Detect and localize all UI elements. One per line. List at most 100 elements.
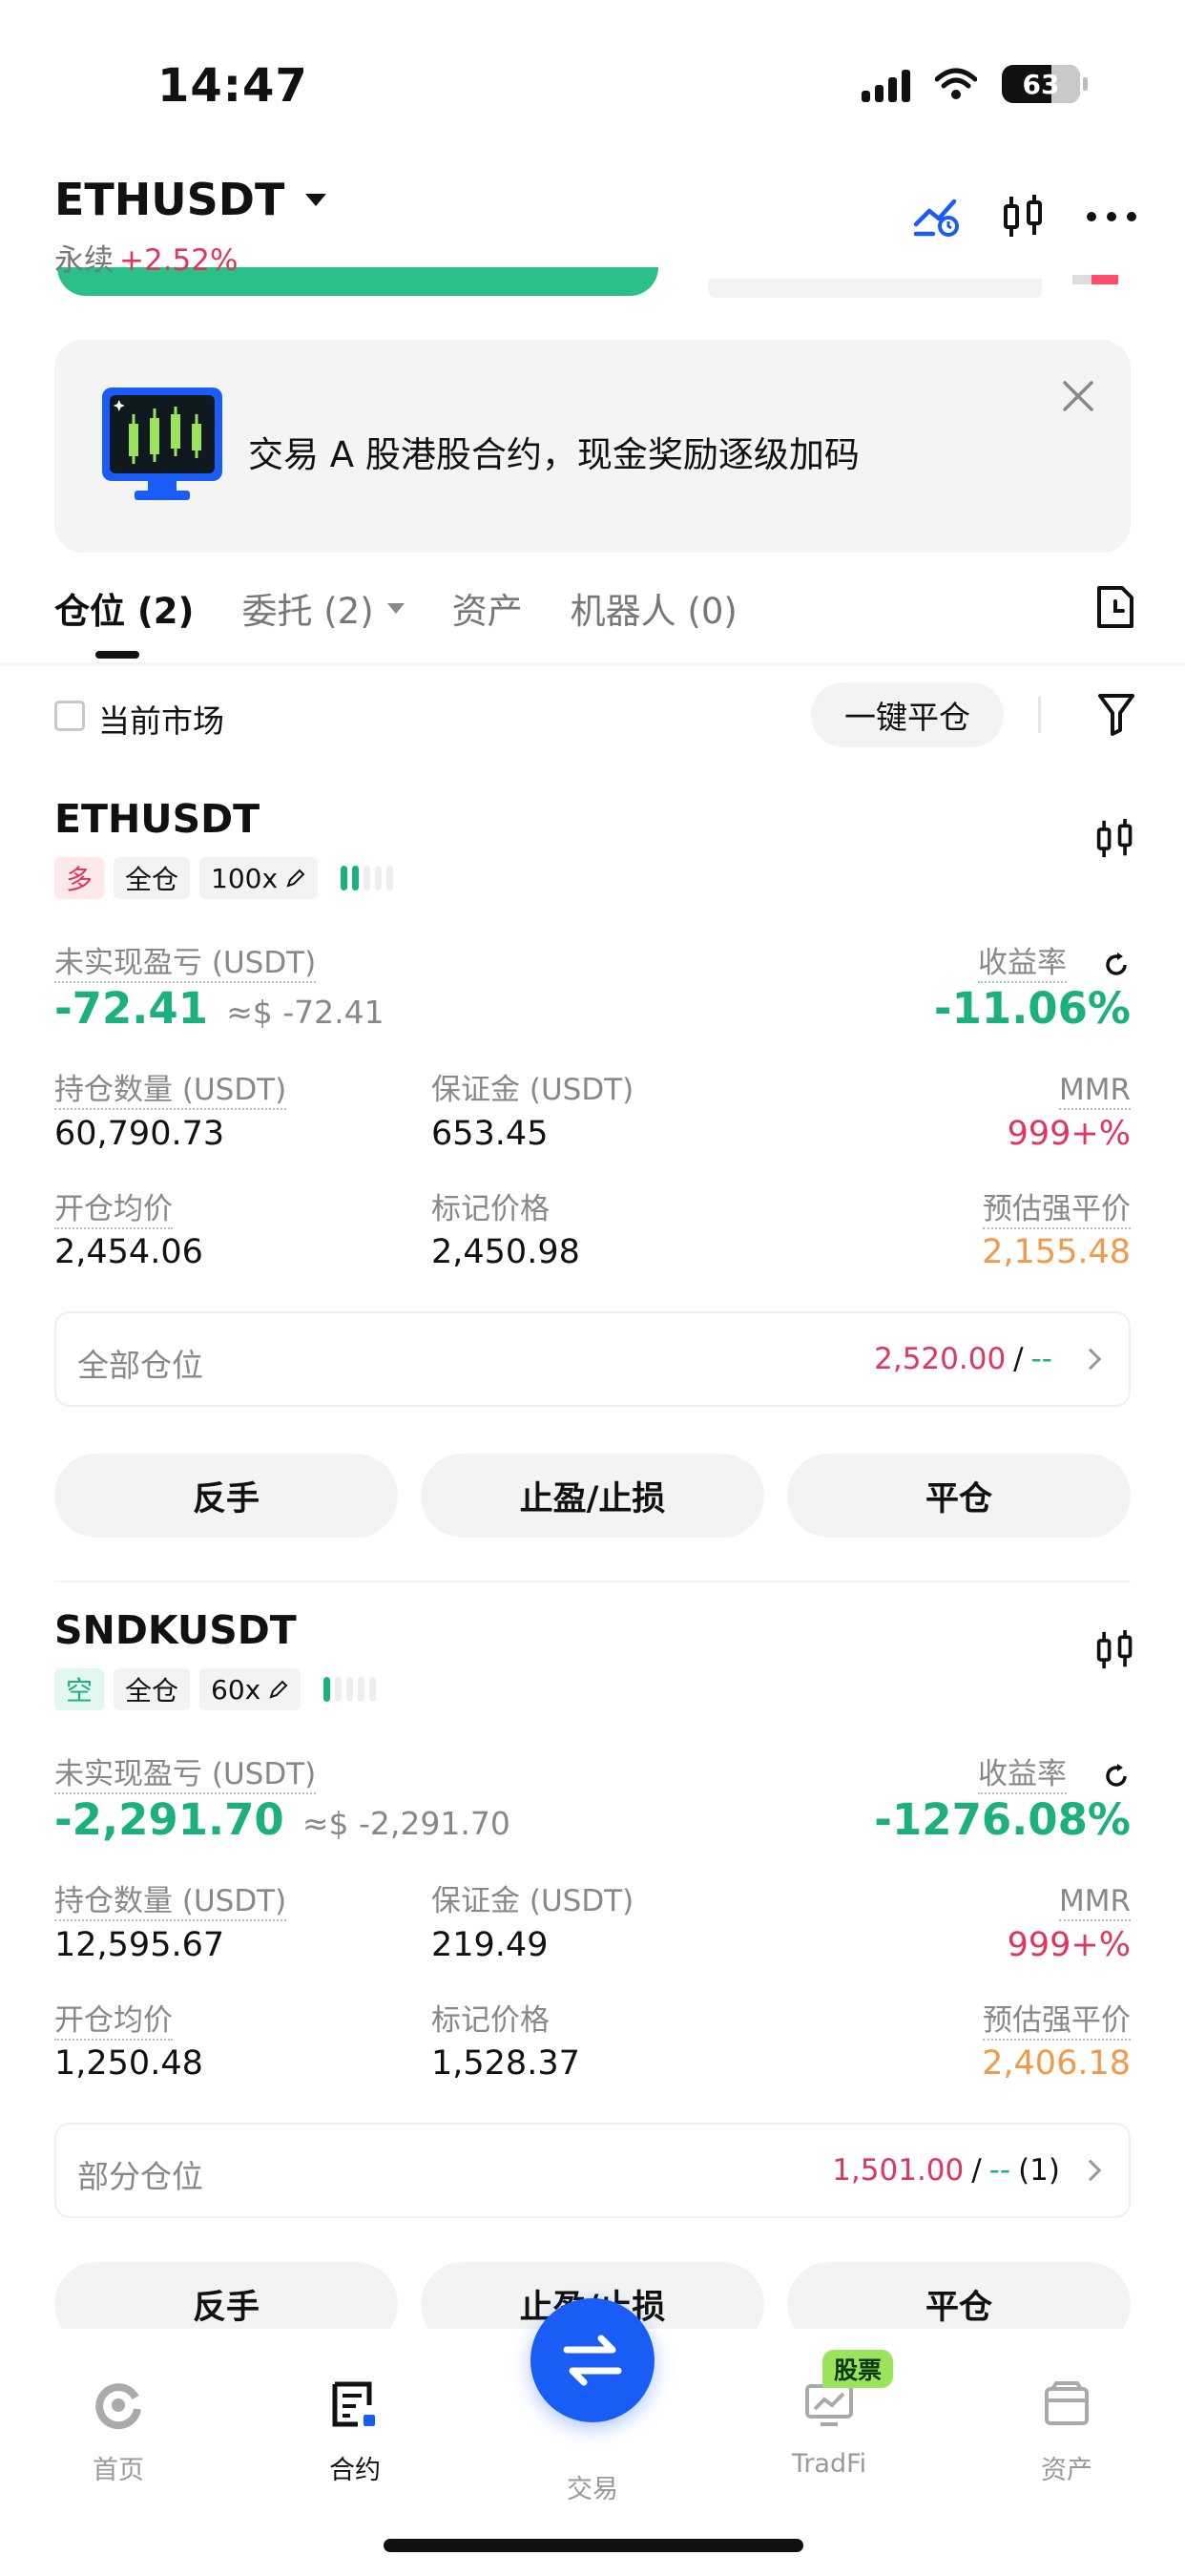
divider	[54, 1581, 1131, 1582]
tpsl-scope: 全部仓位	[77, 1347, 203, 1384]
tab-assets[interactable]: 资产	[452, 582, 523, 634]
size-value: 12,595.67	[54, 1926, 225, 1964]
divider	[1038, 697, 1041, 733]
size-value: 60,790.73	[54, 1115, 225, 1153]
side-badge: 空	[54, 1668, 105, 1710]
tab-bots[interactable]: 机器人 (0)	[571, 582, 738, 634]
tpsl-separator: /	[1013, 1342, 1024, 1376]
chevron-down-icon	[305, 193, 327, 206]
nav-assets[interactable]: 资产	[990, 2375, 1143, 2486]
tpsl-values: 2,520.00 / --	[874, 1342, 1102, 1376]
roi-value: -1276.08%	[874, 1794, 1131, 1845]
monitor-chart-icon	[102, 387, 222, 500]
entry-price-label: 开仓均价	[54, 2002, 173, 2041]
position-symbol[interactable]: ETHUSDT	[54, 796, 260, 842]
margin-label: 保证金 (USDT)	[431, 1884, 634, 1918]
scrolled-content-strip-2	[708, 279, 1042, 298]
margin-value: 653.45	[431, 1115, 549, 1153]
unrealized-pnl: -2,291.70 ≈$ -2,291.70	[54, 1794, 510, 1845]
close-position-button[interactable]: 平仓	[787, 1454, 1131, 1538]
nav-home[interactable]: 首页	[42, 2375, 195, 2486]
roi-value: -11.06%	[933, 983, 1131, 1034]
price-change: +2.52%	[119, 243, 239, 278]
tab-orders[interactable]: 委托 (2)	[241, 582, 405, 634]
reverse-button[interactable]: 反手	[54, 1454, 398, 1538]
margin-label: 保证金 (USDT)	[431, 1073, 634, 1107]
position-tabs: 仓位 (2) 委托 (2) 资产 机器人 (0)	[54, 582, 785, 634]
pnl-usd-value: ≈$ -2,291.70	[301, 1805, 510, 1842]
close-all-button[interactable]: 一键平仓	[811, 682, 1004, 747]
history-document-icon[interactable]	[1095, 584, 1135, 630]
mmr-value: 999+%	[1007, 1115, 1131, 1153]
mark-price-label: 标记价格	[431, 1192, 550, 1226]
entry-price-value: 1,250.48	[54, 2044, 203, 2083]
mmr-label: MMR	[1058, 1883, 1131, 1921]
adl-indicator	[341, 866, 394, 890]
unrealized-pnl-label: 未实现盈亏 (USDT)	[54, 945, 317, 983]
tp-value: 1,501.00	[832, 2153, 965, 2188]
position-tags: 多 全仓 100x	[54, 857, 394, 899]
edit-icon	[269, 1680, 288, 1699]
candlestick-icon[interactable]	[1002, 193, 1046, 241]
tp-value: 2,520.00	[874, 1342, 1007, 1376]
tpsl-button[interactable]: 止盈/止损	[421, 1454, 764, 1538]
chevron-down-icon	[386, 602, 405, 614]
wifi-icon	[935, 68, 977, 99]
cellular-signal-icon	[862, 66, 910, 102]
entry-price-label: 开仓均价	[54, 1191, 173, 1229]
position-tags: 空 全仓 60x	[54, 1668, 377, 1710]
size-label: 持仓数量 (USDT)	[54, 1072, 287, 1110]
tab-positions[interactable]: 仓位 (2)	[54, 582, 194, 634]
sl-value: --	[1030, 1342, 1052, 1376]
position-symbol[interactable]: SNDKUSDT	[54, 1607, 297, 1653]
home-indicator	[384, 2539, 803, 2552]
refresh-icon[interactable]	[1102, 1762, 1131, 1791]
close-icon[interactable]	[1062, 380, 1094, 412]
roi-label: 收益率	[978, 945, 1067, 983]
current-market-checkbox[interactable]	[54, 701, 85, 731]
swap-arrows-icon	[563, 2335, 622, 2386]
liq-price-value: 2,406.18	[982, 2044, 1131, 2083]
tpsl-row[interactable]: 部分仓位 1,501.00 / -- (1)	[54, 2123, 1131, 2218]
unrealized-pnl-label: 未实现盈亏 (USDT)	[54, 1756, 317, 1794]
tpsl-row[interactable]: 全部仓位 2,520.00 / --	[54, 1311, 1131, 1407]
pnl-usd-value: ≈$ -72.41	[226, 994, 385, 1031]
status-time: 14:47	[157, 59, 308, 113]
more-icon[interactable]	[1086, 211, 1137, 222]
nav-futures[interactable]: 合约	[279, 2375, 431, 2486]
symbol-selector[interactable]: ETHUSDT	[54, 174, 327, 225]
symbol-subtitle: 永续 +2.52%	[54, 236, 238, 279]
edit-icon	[286, 869, 305, 888]
liq-price-value: 2,155.48	[982, 1233, 1131, 1271]
pnl-value: -72.41	[54, 983, 209, 1034]
futures-document-icon	[332, 2381, 375, 2427]
active-tab-indicator	[95, 651, 139, 659]
nav-trade-label[interactable]: 交易	[516, 2468, 669, 2505]
chevron-right-icon	[1079, 1348, 1102, 1371]
mark-price-value: 2,450.98	[431, 1233, 580, 1271]
wallet-icon	[1045, 2381, 1089, 2425]
home-logo-icon	[95, 2383, 141, 2430]
roi-label: 收益率	[978, 1756, 1067, 1794]
mmr-value: 999+%	[1007, 1926, 1131, 1964]
nav-tradfi[interactable]: TradFi	[753, 2375, 905, 2479]
mmr-label: MMR	[1058, 1072, 1131, 1110]
pnl-value: -2,291.70	[54, 1794, 284, 1845]
candlestick-icon[interactable]	[1095, 1628, 1135, 1672]
side-badge: 多	[54, 857, 105, 899]
candlestick-icon[interactable]	[1095, 817, 1135, 861]
filter-icon[interactable]	[1097, 692, 1135, 736]
trend-chart-icon[interactable]	[912, 196, 962, 238]
tpsl-separator: /	[971, 2153, 982, 2188]
leverage-badge[interactable]: 60x	[199, 1668, 301, 1710]
banner-text: 交易 A 股港股合约，现金奖励逐级加码	[248, 434, 860, 475]
promo-banner[interactable]: 交易 A 股港股合约，现金奖励逐级加码	[54, 340, 1131, 553]
stock-badge: 股票	[822, 2350, 894, 2388]
trade-fab-button[interactable]	[530, 2298, 655, 2422]
header-actions	[912, 193, 1137, 241]
liq-price-label: 预估强平价	[983, 1191, 1131, 1229]
tpsl-scope: 部分仓位	[77, 2158, 203, 2195]
leverage-badge[interactable]: 100x	[199, 857, 319, 899]
refresh-icon[interactable]	[1102, 951, 1131, 979]
size-label: 持仓数量 (USDT)	[54, 1883, 287, 1921]
